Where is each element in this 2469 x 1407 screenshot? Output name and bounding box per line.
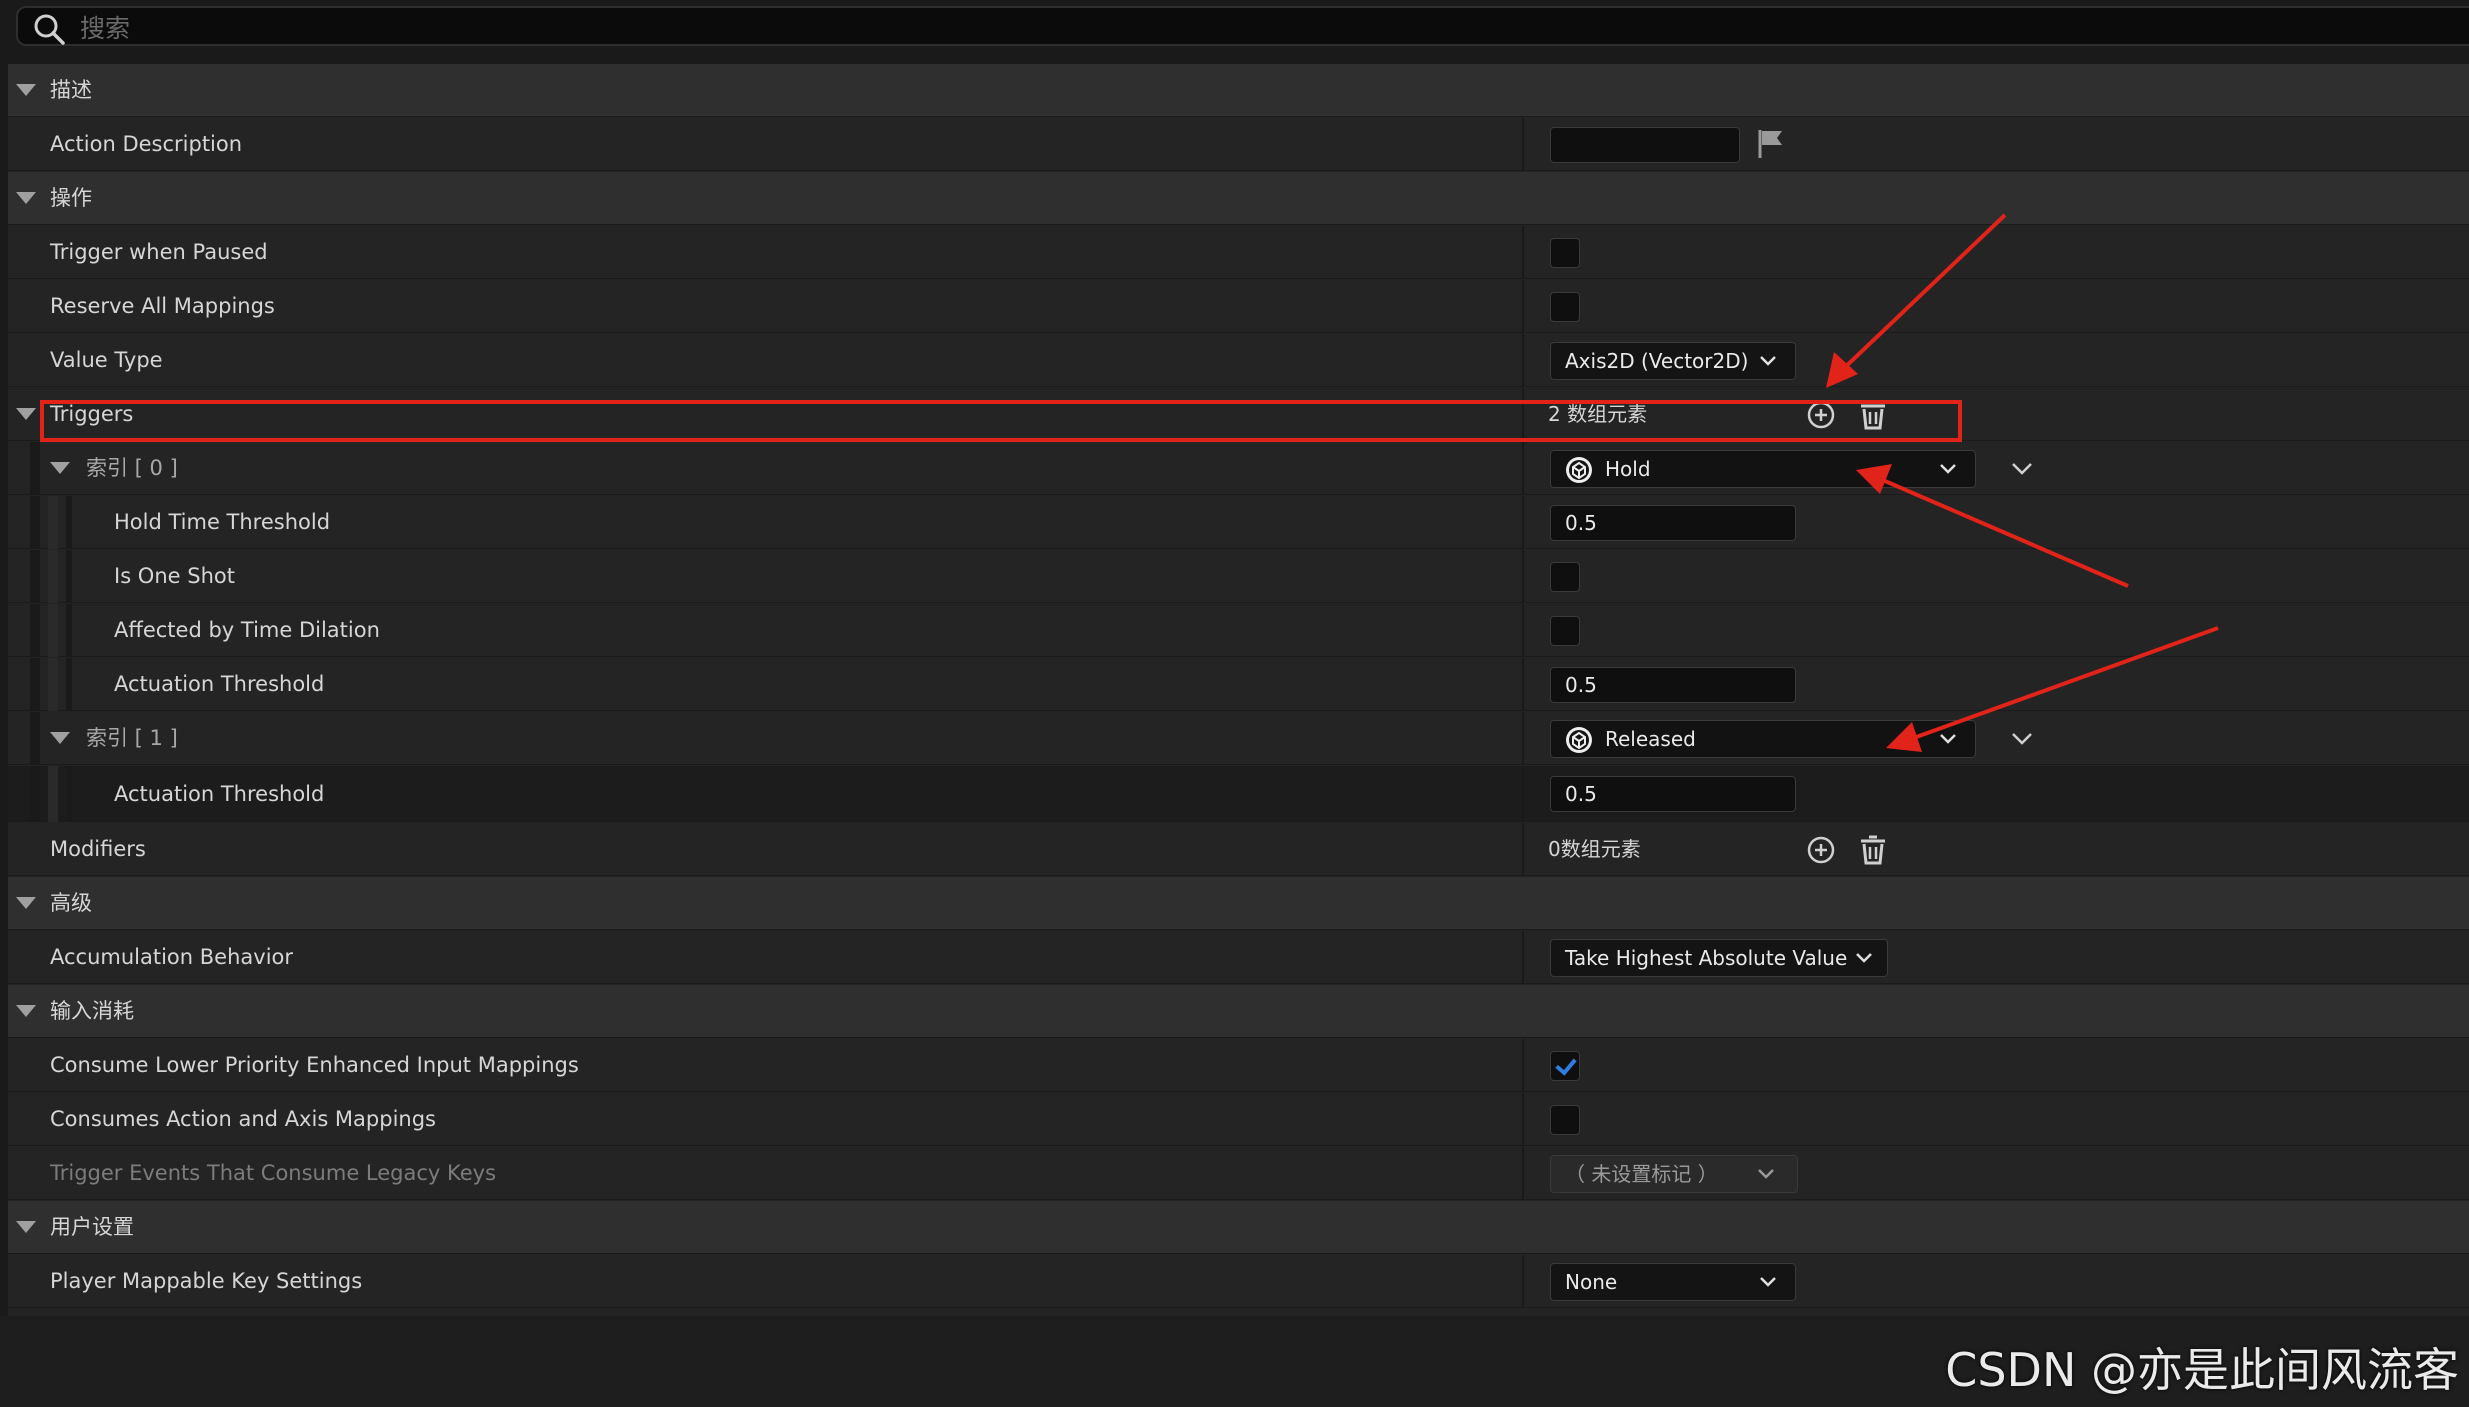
dropdown-value: Take Highest Absolute Value [1565, 946, 1848, 970]
property-label: Reserve All Mappings [50, 294, 275, 318]
row-affected-by-time-dilation: Affected by Time Dilation [8, 604, 2469, 657]
expand-caret-icon[interactable] [50, 462, 70, 474]
property-label: Triggers [50, 402, 134, 426]
row-actuation-threshold-1: Actuation Threshold 0.5 [8, 766, 2469, 822]
category-action[interactable]: 操作 [8, 172, 2469, 225]
chevron-down-icon [1760, 1277, 1776, 1287]
expand-options-chevron-icon[interactable] [2011, 462, 2033, 476]
consumes-action-axis-checkbox[interactable] [1550, 1105, 1580, 1135]
accumulation-behavior-dropdown[interactable]: Take Highest Absolute Value [1550, 939, 1888, 977]
row-trigger-index-0: 索引 [ 0 ] Hold [8, 442, 2469, 495]
expand-caret-icon[interactable] [16, 84, 36, 96]
row-hold-time-threshold: Hold Time Threshold 0.5 [8, 496, 2469, 549]
add-element-icon[interactable] [1806, 400, 1836, 430]
category-advanced[interactable]: 高级 [8, 877, 2469, 930]
category-title: 高级 [50, 891, 92, 915]
property-label: Consume Lower Priority Enhanced Input Ma… [50, 1053, 579, 1077]
row-trigger-when-paused: Trigger when Paused [8, 226, 2469, 279]
trash-icon[interactable] [1858, 835, 1888, 865]
array-index-label: 索引 [ 1 ] [86, 726, 178, 750]
add-element-icon[interactable] [1806, 835, 1836, 865]
row-modifiers: Modifiers 0数组元素 [8, 823, 2469, 876]
property-label: Actuation Threshold [114, 672, 325, 696]
category-input-consumption[interactable]: 输入消耗 [8, 985, 2469, 1038]
property-label: Accumulation Behavior [50, 945, 294, 969]
search-input[interactable] [78, 10, 2382, 46]
search-bar[interactable] [16, 6, 2469, 46]
row-actuation-threshold-0: Actuation Threshold 0.5 [8, 658, 2469, 711]
row-is-one-shot: Is One Shot [8, 550, 2469, 603]
localization-flag-icon[interactable] [1756, 128, 1786, 160]
row-action-description: Action Description [8, 118, 2469, 171]
trigger-0-class-dropdown[interactable]: Hold [1550, 450, 1976, 488]
array-count: 0数组元素 [1548, 837, 1641, 861]
dropdown-value: Hold [1605, 457, 1651, 481]
action-description-input[interactable] [1550, 127, 1740, 163]
category-title: 操作 [50, 186, 92, 210]
player-mappable-dropdown[interactable]: None [1550, 1263, 1796, 1301]
row-consumes-action-axis: Consumes Action and Axis Mappings [8, 1093, 2469, 1146]
expand-caret-icon[interactable] [16, 192, 36, 204]
dropdown-value: （ 未设置标记 ） [1565, 1162, 1718, 1186]
search-icon [34, 14, 65, 45]
array-count: 2 数组元素 [1548, 402, 1648, 426]
property-label: Hold Time Threshold [114, 510, 331, 534]
expand-options-chevron-icon[interactable] [2011, 732, 2033, 746]
row-triggers: Triggers 2 数组元素 [8, 388, 2469, 441]
property-label: Actuation Threshold [114, 782, 325, 806]
array-index-label: 索引 [ 0 ] [86, 456, 178, 480]
category-title: 输入消耗 [50, 999, 134, 1023]
unreal-logo-icon [1566, 727, 1592, 753]
trigger-1-class-dropdown[interactable]: Released [1550, 720, 1976, 758]
row-consume-lower-priority: Consume Lower Priority Enhanced Input Ma… [8, 1039, 2469, 1092]
property-label: Trigger Events That Consume Legacy Keys [50, 1161, 497, 1185]
row-trigger-events-legacy: Trigger Events That Consume Legacy Keys … [8, 1147, 2469, 1200]
property-label: Modifiers [50, 837, 146, 861]
row-value-type: Value Type Axis2D (Vector2D) [8, 334, 2469, 387]
reserve-all-mappings-checkbox[interactable] [1550, 292, 1580, 322]
expand-caret-icon[interactable] [16, 408, 36, 420]
row-player-mappable: Player Mappable Key Settings None [8, 1255, 2469, 1308]
property-label: Affected by Time Dilation [114, 618, 380, 642]
property-label: Action Description [50, 132, 243, 156]
hold-time-threshold-input[interactable]: 0.5 [1550, 505, 1796, 541]
consume-lower-priority-checkbox[interactable] [1550, 1051, 1580, 1081]
row-accumulation-behavior: Accumulation Behavior Take Highest Absol… [8, 931, 2469, 984]
is-one-shot-checkbox[interactable] [1550, 562, 1580, 592]
chevron-down-icon [1940, 734, 1956, 744]
expand-caret-icon[interactable] [50, 732, 70, 744]
category-title: 用户设置 [50, 1215, 134, 1239]
trash-icon[interactable] [1858, 400, 1888, 430]
category-title: 描述 [50, 78, 92, 102]
trigger-events-legacy-dropdown[interactable]: （ 未设置标记 ） [1550, 1155, 1798, 1193]
row-trigger-index-1: 索引 [ 1 ] Released [8, 712, 2469, 765]
trigger-when-paused-checkbox[interactable] [1550, 238, 1580, 268]
chevron-down-icon [1758, 1169, 1774, 1179]
watermark-text: CSDN @亦是此间风流客 [1945, 1343, 2459, 1397]
expand-caret-icon[interactable] [16, 1005, 36, 1017]
category-user-settings[interactable]: 用户设置 [8, 1201, 2469, 1254]
value-type-dropdown[interactable]: Axis2D (Vector2D) [1550, 342, 1796, 380]
expand-caret-icon[interactable] [16, 1221, 36, 1233]
dropdown-value: Released [1605, 727, 1696, 751]
chevron-down-icon [1856, 953, 1872, 963]
row-reserve-all-mappings: Reserve All Mappings [8, 280, 2469, 333]
expand-caret-icon[interactable] [16, 897, 36, 909]
property-label: Player Mappable Key Settings [50, 1269, 363, 1293]
property-list: 描述 Action Description 操作 Trigger when Pa… [8, 64, 2469, 1316]
property-label: Trigger when Paused [50, 240, 268, 264]
affected-by-time-dilation-checkbox[interactable] [1550, 616, 1580, 646]
dropdown-value: None [1565, 1270, 1618, 1294]
actuation-threshold-0-input[interactable]: 0.5 [1550, 667, 1796, 703]
property-label: Value Type [50, 348, 163, 372]
chevron-down-icon [1940, 464, 1956, 474]
details-panel-window: 描述 Action Description 操作 Trigger when Pa… [0, 0, 2469, 1407]
unreal-logo-icon [1566, 457, 1592, 483]
chevron-down-icon [1760, 356, 1776, 366]
actuation-threshold-1-input[interactable]: 0.5 [1550, 776, 1796, 812]
property-label: Is One Shot [114, 564, 235, 588]
category-description[interactable]: 描述 [8, 64, 2469, 117]
property-label: Consumes Action and Axis Mappings [50, 1107, 436, 1131]
dropdown-value: Axis2D (Vector2D) [1565, 349, 1749, 373]
